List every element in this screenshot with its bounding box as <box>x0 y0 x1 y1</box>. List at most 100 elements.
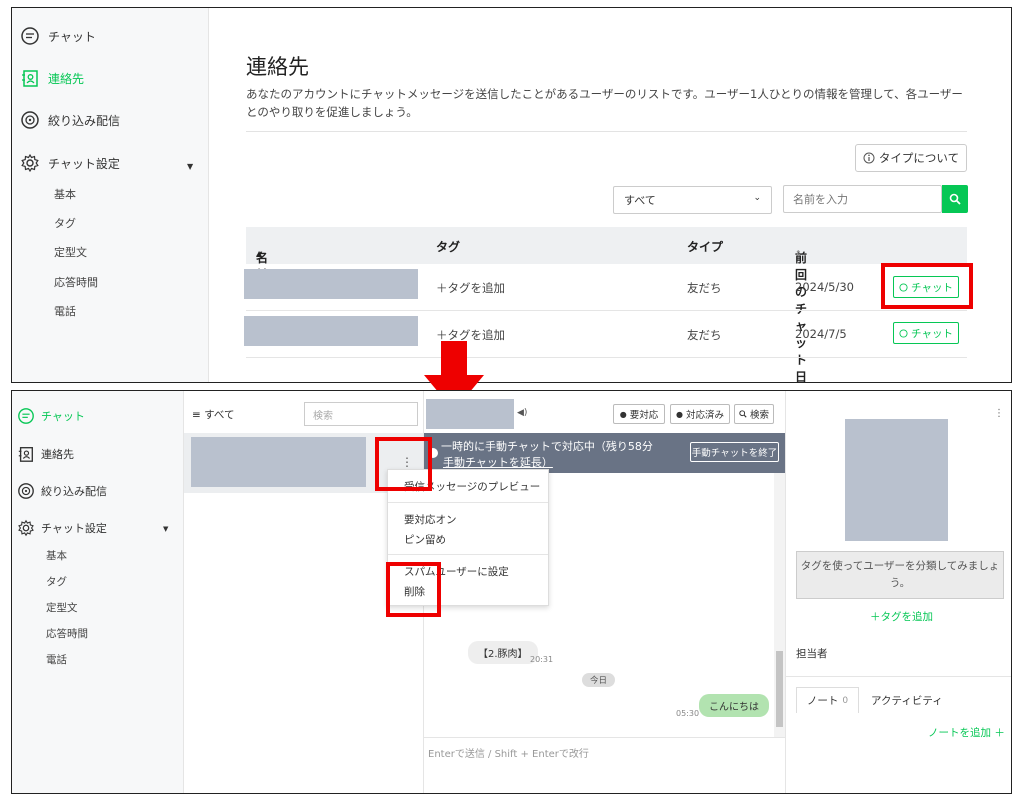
menu-item-pin[interactable]: ピン留め <box>404 532 446 547</box>
broadcast-icon <box>21 111 39 129</box>
incoming-message: 【2.豚肉】 <box>468 641 538 664</box>
manual-chat-banner: 一時的に手動チャットで対応中（残り58分 手動チャットを延長） 手動チャットを終… <box>424 433 785 473</box>
page-title: 連絡先 <box>246 55 309 79</box>
menu-item-needs-action-on[interactable]: 要対応オン <box>404 512 457 527</box>
avatar <box>845 419 948 541</box>
contacts-screenshot: チャット 連絡先 絞り込み配信 チャット設定 ▼ 基本 タグ 定型文 応答時間 … <box>11 7 1012 383</box>
sidebar-item-label: チャット <box>41 410 85 423</box>
info-icon <box>863 152 875 164</box>
sidebar-item-broadcast[interactable]: 絞り込み配信 <box>17 482 107 500</box>
add-note-link[interactable]: ノートを追加 ＋ <box>928 725 1005 740</box>
needs-action-button[interactable]: ● 要対応 <box>613 404 665 424</box>
contact-card-icon <box>22 70 38 87</box>
sidebar-item-chat[interactable]: チャット <box>17 407 85 425</box>
tab-activity[interactable]: アクティビティ <box>871 693 943 708</box>
add-tag-link[interactable]: ＋タグを追加 <box>870 609 933 624</box>
sidebar-item-broadcast[interactable]: 絞り込み配信 <box>20 110 120 130</box>
more-menu-icon[interactable]: ⋮ <box>994 408 1004 419</box>
sidebar-item-contacts[interactable]: 連絡先 <box>17 445 74 463</box>
assignee-label: 担当者 <box>796 648 828 660</box>
type-filter-select[interactable]: すべて ⌄ <box>613 186 772 214</box>
tag-hint-box: タグを使ってユーザーを分類してみましょう。 <box>796 551 1004 599</box>
end-manual-chat-button[interactable]: 手動チャットを終了 <box>690 442 779 462</box>
note-count: 0 <box>842 695 849 706</box>
add-tag-link[interactable]: ＋タグを追加 <box>436 280 505 296</box>
chat-bubble-icon <box>18 408 34 424</box>
type-info-button[interactable]: タイプについて <box>855 144 967 172</box>
last-chat-date: 2024/5/30 <box>795 280 854 294</box>
search-icon <box>949 193 961 205</box>
extend-manual-chat-link[interactable]: 手動チャットを延長） <box>443 454 553 470</box>
page-description: あなたのアカウントにチャットメッセージを送信したことがあるユーザーのリストです。… <box>246 87 963 119</box>
message-time: 20:31 <box>530 655 554 664</box>
column-type: タイプ <box>687 240 724 254</box>
sidebar-subitem-tags[interactable]: タグ <box>54 215 76 231</box>
select-value: すべて <box>624 194 656 207</box>
user-type: 友だち <box>687 328 722 342</box>
chat-search-input[interactable]: 検索 <box>304 402 418 426</box>
chat-bubble-icon: ● <box>676 409 683 419</box>
chat-bubble-icon <box>21 27 39 45</box>
search-icon <box>739 410 747 418</box>
sidebar-subitem-phone[interactable]: 電話 <box>46 652 67 667</box>
chevron-down-icon[interactable]: ▼ <box>163 525 168 533</box>
chat-header: ◀) ● 要対応 ● 対応済み 検索 <box>424 391 785 433</box>
table-row: ＋タグを追加 友だち 2024/5/30 チャット <box>244 264 967 311</box>
sidebar-subitem-phone[interactable]: 電話 <box>54 303 76 319</box>
sidebar-item-contacts[interactable]: 連絡先 <box>20 68 84 88</box>
sidebar-item-label: 連絡先 <box>48 71 85 86</box>
speaker-icon: ◀) <box>517 408 528 418</box>
table-row: ＋タグを追加 友だち 2024/7/5 チャット <box>244 311 967 358</box>
sidebar-subitem-response-hours[interactable]: 応答時間 <box>54 274 98 290</box>
sidebar-subitem-tags[interactable]: タグ <box>46 574 67 589</box>
chevron-down-icon[interactable]: ▼ <box>187 162 193 171</box>
gear-icon <box>21 153 39 173</box>
user-type: 友だち <box>687 281 722 295</box>
divider <box>246 131 967 132</box>
sidebar: チャット 連絡先 絞り込み配信 チャット設定 ▼ 基本 タグ 定型文 応答時間 … <box>12 391 184 793</box>
gear-icon <box>18 519 34 537</box>
search-button[interactable] <box>942 185 968 213</box>
sidebar-subitem-templates[interactable]: 定型文 <box>54 244 87 260</box>
chat-bubble-icon <box>899 328 908 338</box>
scrollbar-thumb[interactable] <box>776 651 783 727</box>
highlight-box <box>881 263 973 309</box>
highlight-box <box>386 562 441 617</box>
outgoing-message: こんにちは <box>699 694 769 717</box>
flag-icon: ● <box>619 409 627 419</box>
banner-text: 一時的に手動チャットで対応中（残り58分 <box>441 440 653 453</box>
chat-screenshot: チャット 連絡先 絞り込み配信 チャット設定 ▼ 基本 タグ 定型文 応答時間 … <box>11 390 1012 794</box>
tab-note[interactable]: ノート 0 <box>796 687 859 713</box>
sidebar-subitem-response-hours[interactable]: 応答時間 <box>46 626 88 641</box>
sidebar-subitem-basic[interactable]: 基本 <box>46 548 67 563</box>
profile-panel: ⋮ タグを使ってユーザーを分類してみましょう。 ＋タグを追加 担当者 ノート 0… <box>785 391 1011 793</box>
chevron-down-icon: ⌄ <box>753 193 761 203</box>
redacted-user <box>191 437 366 487</box>
sidebar-subitem-templates[interactable]: 定型文 <box>46 600 78 615</box>
last-chat-date: 2024/7/5 <box>795 327 847 341</box>
sidebar-item-chat-settings[interactable]: チャット設定 <box>17 519 107 537</box>
sidebar-item-chat-settings[interactable]: チャット設定 <box>20 153 120 173</box>
sidebar-subitem-basic[interactable]: 基本 <box>54 186 76 202</box>
sidebar-item-chat[interactable]: チャット <box>20 26 96 46</box>
chat-button-label: チャット <box>911 327 953 340</box>
search-button[interactable]: 検索 <box>734 404 774 424</box>
resolved-button[interactable]: ● 対応済み <box>670 404 730 424</box>
sidebar-item-label: チャット設定 <box>41 522 107 535</box>
redacted-user-name <box>244 316 418 346</box>
table-header: 名前 ▲ タグ タイプ 前回のチャット日 ⇕ <box>246 227 967 382</box>
chat-button[interactable]: チャット <box>893 322 959 344</box>
sidebar-item-label: 絞り込み配信 <box>41 485 107 498</box>
date-divider: 今日 <box>582 673 616 687</box>
broadcast-icon <box>18 483 34 499</box>
column-tag: タグ <box>436 240 461 254</box>
list-filter[interactable]: ≡ すべて <box>192 407 234 422</box>
sidebar: チャット 連絡先 絞り込み配信 チャット設定 ▼ 基本 タグ 定型文 応答時間 … <box>12 8 209 382</box>
redacted-user-name <box>426 399 514 429</box>
redacted-user-name <box>244 269 418 299</box>
name-search-input[interactable] <box>783 185 942 213</box>
sidebar-item-label: 絞り込み配信 <box>48 113 121 128</box>
contact-card-icon <box>18 447 33 462</box>
type-info-label: タイプについて <box>878 151 960 165</box>
message-composer[interactable]: Enterで送信 / Shift + Enterで改行 <box>424 737 785 793</box>
